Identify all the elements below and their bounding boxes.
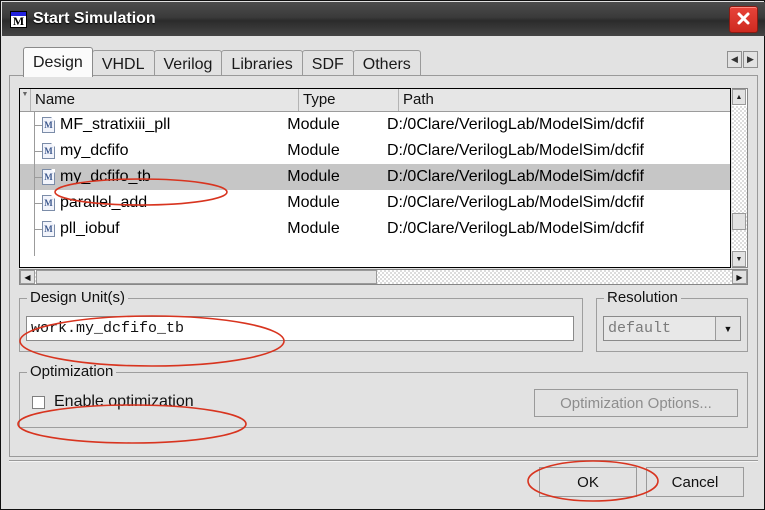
column-header-type[interactable]: Type — [299, 89, 399, 111]
row-name-cell: M my_dcfifo_tb — [20, 164, 287, 190]
row-type-cell: Module — [287, 142, 340, 159]
row-type-cell: Module — [287, 220, 340, 237]
row-path-cell: D:/0Clare/VerilogLab/ModelSim/dcfif — [386, 194, 644, 211]
table-row[interactable]: M parallel_add Module D:/0Clare/VerilogL… — [20, 190, 730, 216]
start-simulation-dialog: M Start Simulation Design VHDL Verilog L… — [0, 0, 765, 510]
module-icon: M — [42, 169, 55, 185]
column-header-name[interactable]: Name — [31, 89, 299, 111]
close-x-glyph — [737, 12, 750, 25]
design-unit-list[interactable]: ▼ Name Type Path M MF_stratixiii_pll Mod… — [19, 88, 731, 268]
list-rows: M MF_stratixiii_pll Module D:/0Clare/Ver… — [20, 112, 730, 256]
footer-divider — [9, 460, 758, 462]
resolution-value: default — [608, 320, 672, 337]
tab-design[interactable]: Design — [23, 47, 93, 77]
close-icon[interactable] — [729, 6, 758, 33]
row-path-cell: D:/0Clare/VerilogLab/ModelSim/dcfif — [386, 220, 644, 237]
tree-branch-icon: M — [20, 216, 55, 242]
row-type-cell: Module — [287, 194, 340, 211]
table-row[interactable]: M MF_stratixiii_pll Module D:/0Clare/Ver… — [20, 112, 730, 138]
row-name-label: my_dcfifo — [60, 142, 129, 159]
module-icon: M — [42, 117, 55, 133]
row-name-label: MF_stratixiii_pll — [60, 116, 171, 133]
tab-scroll-left-icon[interactable]: ◀ — [727, 51, 742, 68]
tab-list: Design VHDL Verilog Libraries SDF Others — [23, 47, 421, 77]
tab-vhdl[interactable]: VHDL — [91, 50, 155, 77]
module-icon: M — [42, 143, 55, 159]
scroll-left-icon[interactable]: ◀ — [20, 270, 35, 284]
tab-scroll-right-icon[interactable]: ▶ — [743, 51, 758, 68]
row-type-cell: Module — [287, 116, 340, 133]
resolution-group: Resolution default ▼ — [596, 289, 748, 352]
enable-optimization-label: Enable optimization — [54, 393, 194, 410]
optimization-legend: Optimization — [27, 363, 117, 380]
design-unit-input[interactable]: work.my_dcfifo_tb — [26, 316, 574, 341]
optimization-group: Optimization Enable optimization Optimiz… — [19, 363, 748, 428]
resolution-legend: Resolution — [604, 289, 681, 306]
scroll-down-icon[interactable]: ▼ — [732, 251, 746, 267]
tab-verilog[interactable]: Verilog — [153, 50, 223, 77]
table-row-selected[interactable]: M my_dcfifo_tb Module D:/0Clare/VerilogL… — [20, 164, 730, 190]
column-header-path[interactable]: Path — [399, 89, 730, 111]
row-path-cell: D:/0Clare/VerilogLab/ModelSim/dcfif — [386, 116, 644, 133]
ok-button[interactable]: OK — [539, 467, 637, 497]
row-name-cell: M my_dcfifo — [20, 138, 287, 164]
row-path-cell: D:/0Clare/VerilogLab/ModelSim/dcfif — [386, 142, 644, 159]
design-units-group: Design Unit(s) work.my_dcfifo_tb — [19, 289, 583, 352]
tab-sdf[interactable]: SDF — [301, 50, 354, 77]
scroll-up-icon[interactable]: ▲ — [732, 89, 746, 105]
tab-strip: Design VHDL Verilog Libraries SDF Others… — [9, 45, 758, 77]
tab-others[interactable]: Others — [352, 50, 421, 77]
scroll-right-icon[interactable]: ▶ — [732, 270, 747, 284]
vscrollbar-thumb[interactable] — [732, 213, 746, 230]
row-type-cell: Module — [287, 168, 340, 185]
tree-branch-icon: M — [20, 112, 55, 138]
row-name-cell: M MF_stratixiii_pll — [20, 112, 287, 138]
title-bar: M Start Simulation — [2, 2, 765, 36]
tab-scroll-controls: ◀ ▶ — [726, 51, 758, 68]
table-row[interactable]: M pll_iobuf Module D:/0Clare/VerilogLab/… — [20, 216, 730, 242]
design-units-legend: Design Unit(s) — [27, 289, 129, 306]
tree-branch-icon: M — [20, 138, 55, 164]
row-name-cell: M parallel_add — [20, 190, 287, 216]
tree-branch-icon: M — [20, 190, 55, 216]
resolution-select[interactable]: default ▼ — [603, 316, 741, 341]
window-title: Start Simulation — [33, 10, 156, 27]
tree-branch-icon: M — [20, 164, 55, 190]
row-name-cell: M pll_iobuf — [20, 216, 287, 242]
row-name-label: my_dcfifo_tb — [60, 168, 151, 185]
modelsim-app-icon: M — [10, 10, 27, 28]
enable-optimization-checkbox-row[interactable]: Enable optimization — [32, 393, 194, 411]
chevron-down-icon[interactable]: ▼ — [715, 317, 740, 340]
tree-trunk-tail — [20, 242, 730, 256]
tab-libraries[interactable]: Libraries — [221, 50, 303, 77]
design-list-container: ▼ Name Type Path M MF_stratixiii_pll Mod… — [19, 88, 748, 285]
row-name-label: pll_iobuf — [60, 220, 120, 237]
design-tab-panel: ▼ Name Type Path M MF_stratixiii_pll Mod… — [9, 75, 758, 457]
optimization-options-button[interactable]: Optimization Options... — [534, 389, 738, 417]
list-horizontal-scrollbar[interactable]: ◀ ▶ — [19, 269, 748, 285]
enable-optimization-checkbox[interactable] — [32, 395, 45, 409]
list-header: ▼ Name Type Path — [20, 89, 730, 112]
sort-indicator-icon[interactable]: ▼ — [20, 89, 31, 111]
cancel-button[interactable]: Cancel — [646, 467, 744, 497]
module-icon: M — [42, 195, 55, 211]
table-row[interactable]: M my_dcfifo Module D:/0Clare/VerilogLab/… — [20, 138, 730, 164]
hscrollbar-thumb[interactable] — [36, 270, 377, 284]
module-icon: M — [42, 221, 55, 237]
row-path-cell: D:/0Clare/VerilogLab/ModelSim/dcfif — [386, 168, 644, 185]
list-vertical-scrollbar[interactable]: ▲ ▼ — [732, 88, 748, 268]
row-name-label: parallel_add — [60, 194, 148, 211]
